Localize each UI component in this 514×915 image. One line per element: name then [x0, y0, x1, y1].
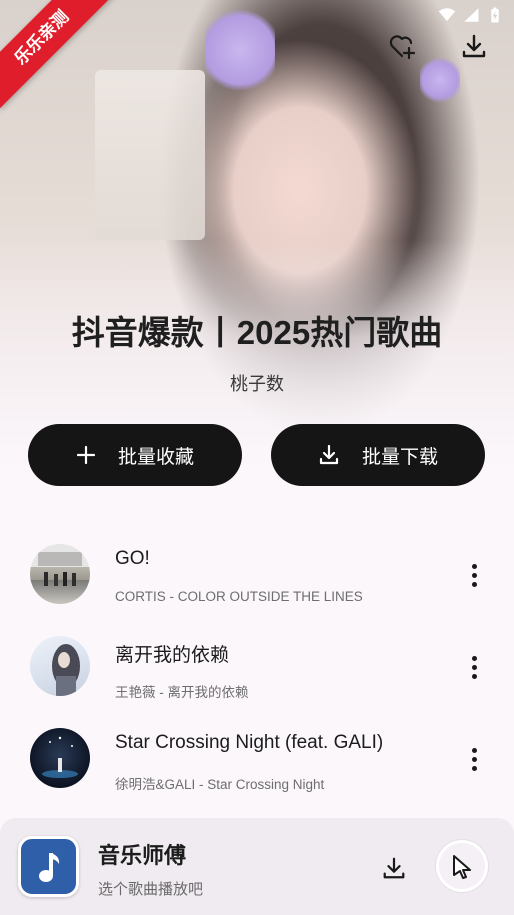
play-pointer-icon — [453, 855, 471, 879]
download-button[interactable] — [458, 30, 490, 62]
batch-download-label: 批量下载 — [361, 446, 438, 468]
more-options-button[interactable] — [462, 744, 486, 774]
cover-art — [42, 736, 78, 778]
download-icon — [383, 857, 405, 879]
music-note-icon — [38, 852, 59, 882]
hair-bow-left — [205, 5, 275, 95]
song-cover — [30, 544, 90, 604]
song-row[interactable]: GO! CORTIS - COLOR OUTSIDE THE LINES — [0, 538, 514, 630]
favorite-add-button[interactable] — [386, 30, 418, 62]
heart-add-icon — [389, 35, 416, 60]
hair-bow-right — [420, 55, 460, 105]
status-bar — [438, 6, 504, 24]
song-subtitle: CORTIS - COLOR OUTSIDE THE LINES — [115, 589, 363, 604]
download-icon — [462, 34, 486, 58]
song-cover — [30, 636, 90, 696]
song-title: Star Crossing Night (feat. GALI) — [115, 732, 384, 753]
song-title: GO! — [115, 548, 150, 569]
play-button[interactable] — [436, 840, 488, 892]
app-icon — [18, 836, 79, 897]
song-list: GO! CORTIS - COLOR OUTSIDE THE LINES 离开我… — [0, 538, 514, 814]
battery-icon — [491, 7, 499, 23]
playlist-artist: 桃子数 — [230, 374, 284, 394]
mini-player[interactable]: 音乐师傅 选个歌曲播放吧 — [0, 818, 514, 915]
plus-icon — [76, 445, 96, 465]
batch-collect-button[interactable]: 批量收藏 — [28, 424, 242, 486]
cover-art — [38, 552, 82, 586]
batch-download-button[interactable]: 批量下载 — [271, 424, 485, 486]
top-actions — [386, 30, 490, 62]
song-title: 离开我的依赖 — [115, 645, 230, 666]
song-cover — [30, 728, 90, 788]
playlist-title: 抖音爆款丨2025热门歌曲 — [71, 314, 443, 351]
player-subtitle: 选个歌曲播放吧 — [98, 881, 204, 898]
download-icon — [319, 444, 339, 465]
song-subtitle: 徐明浩&GALI - Star Crossing Night — [115, 777, 325, 792]
song-row[interactable]: 离开我的依赖 王艳薇 - 离开我的依赖 — [0, 630, 514, 722]
batch-collect-label: 批量收藏 — [117, 446, 194, 468]
song-subtitle: 王艳薇 - 离开我的依赖 — [115, 685, 249, 700]
more-options-button[interactable] — [462, 652, 486, 682]
player-download-button[interactable] — [378, 852, 410, 884]
cover-art — [52, 644, 80, 696]
more-options-button[interactable] — [462, 560, 486, 590]
player-title: 音乐师傅 — [98, 843, 187, 868]
background-shelf — [95, 70, 205, 240]
song-row[interactable]: Star Crossing Night (feat. GALI) 徐明浩&GAL… — [0, 722, 514, 814]
signal-icon — [464, 8, 479, 22]
wifi-icon — [438, 8, 456, 21]
